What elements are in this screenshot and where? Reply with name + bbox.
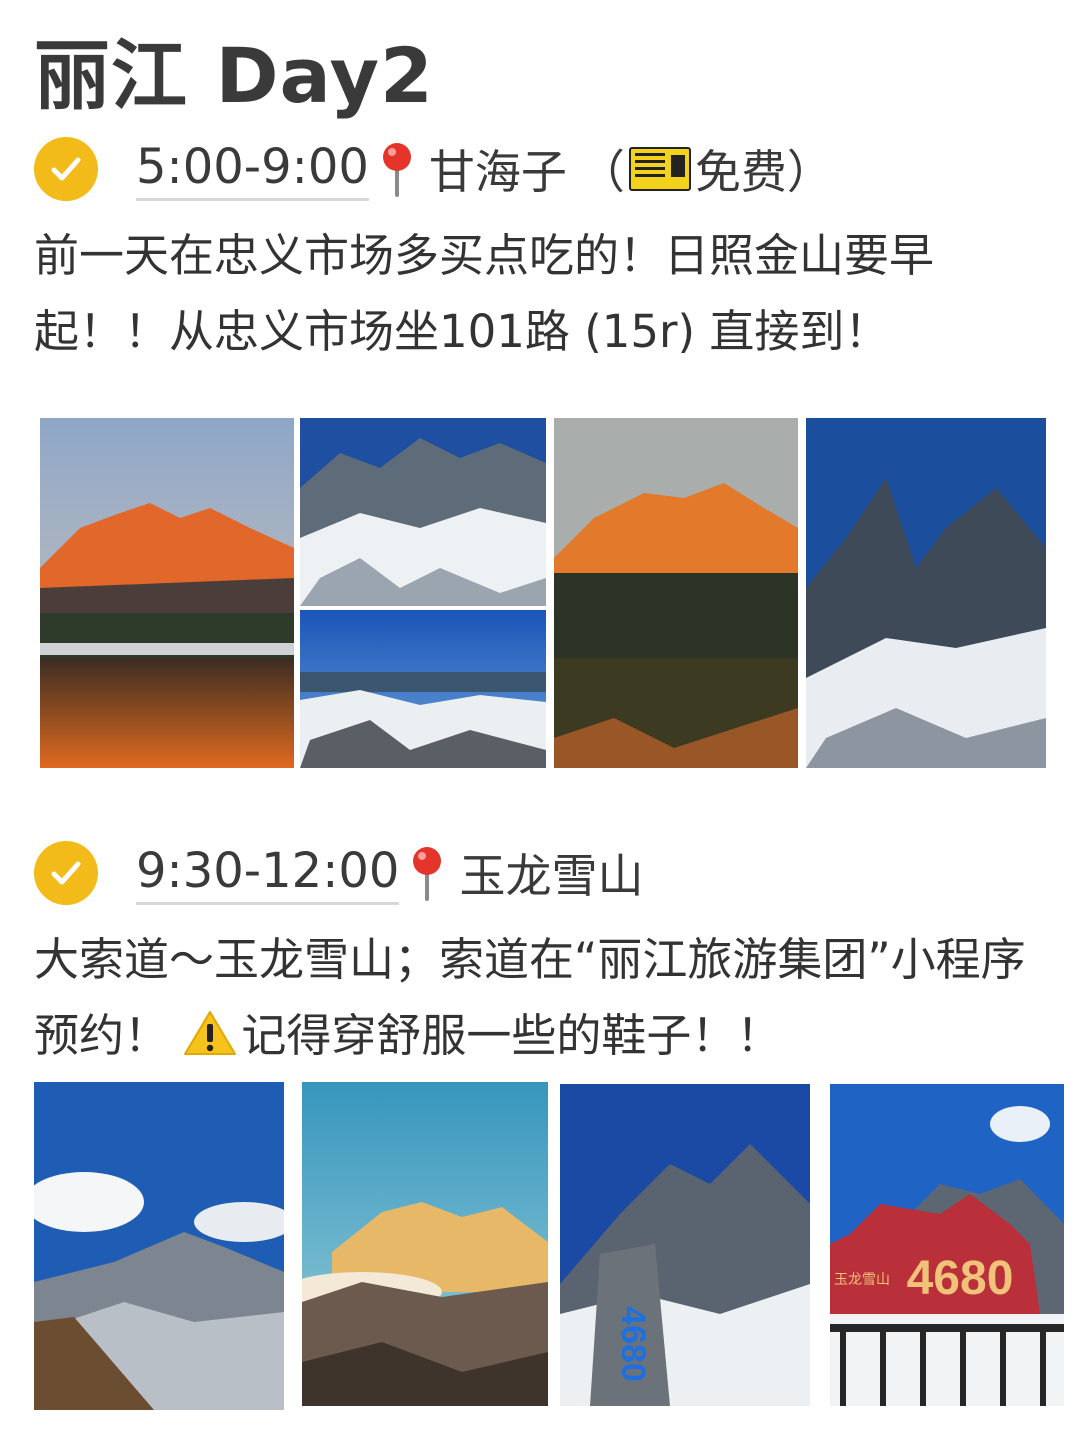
section-2-header: 9:30-12:00 玉龙雪山 — [34, 838, 643, 908]
section-1-place-note-open: （ — [578, 145, 625, 199]
sign-number: 4680 — [907, 1252, 1014, 1305]
photo-4680-stone: 4680 — [560, 1084, 810, 1406]
photo-boardwalk — [34, 1082, 284, 1410]
section-1-header: 5:00-9:00 甘海子 （ 免费 ） — [34, 134, 833, 204]
ticket-icon — [628, 147, 691, 191]
photo-golden-peak — [302, 1082, 548, 1406]
section-2-description: 大索道～玉龙雪山；索道在“丽江旅游集团”小程序预约！ 记得穿舒服一些的鞋子！！ — [34, 922, 1054, 1074]
page-title: 丽江 Day2 — [34, 31, 434, 120]
photo-sunrise-lake — [40, 418, 294, 768]
map-pin-icon — [413, 847, 442, 901]
check-circle-icon — [34, 137, 98, 201]
section-1-place-note-close: ） — [786, 145, 833, 199]
photo-4680-sign: 4680 玉龙雪山 — [830, 1084, 1064, 1406]
photo-snow-peaks — [300, 418, 546, 606]
check-circle-icon — [34, 841, 98, 905]
section-1-place: 甘海子 — [428, 145, 567, 199]
section-2-description-part2: 记得穿舒服一些的鞋子！！ — [241, 1009, 782, 1062]
sign-text: 玉龙雪山 — [834, 1272, 890, 1288]
section-2-place: 玉龙雪山 — [459, 849, 644, 903]
photo-glacier-peak — [806, 418, 1046, 768]
photo-mountain-view — [300, 610, 546, 768]
warning-icon — [184, 1011, 237, 1055]
section-1-time: 5:00-9:00 — [136, 138, 369, 201]
section-2-time: 9:30-12:00 — [136, 842, 400, 905]
photo-sunrise-forest — [554, 418, 798, 768]
section-1-place-note: 免费 — [694, 145, 787, 199]
section-1-description: 前一天在忠义市场多买点吃的！日照金山要早起！！从忠义市场坐101路 (15r) … — [34, 229, 935, 358]
map-pin-icon — [382, 143, 411, 197]
stone-label: 4680 — [614, 1306, 652, 1382]
